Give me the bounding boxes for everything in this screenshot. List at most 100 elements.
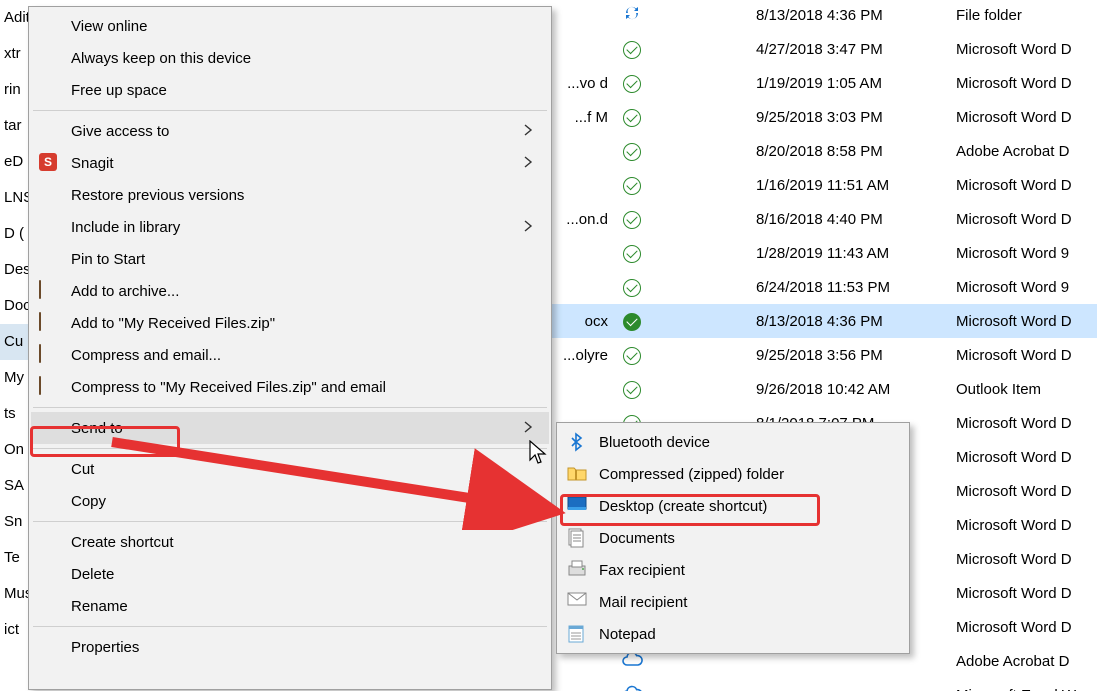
folder-tree-item[interactable]: ict (0, 612, 28, 648)
menu-item-send-to[interactable]: Send to (31, 412, 549, 444)
fax-icon (567, 560, 587, 580)
file-date: 8/16/2018 4:40 PM (756, 211, 936, 228)
menu-item-add-to-my-received-files-zip[interactable]: Add to "My Received Files.zip" (31, 307, 549, 339)
file-date: 1/28/2019 11:43 AM (756, 245, 936, 262)
synced-outline-icon (620, 380, 644, 399)
synced-outline-icon (620, 278, 644, 297)
folder-tree-item[interactable]: eD (0, 144, 28, 180)
file-date: 1/16/2019 11:51 AM (756, 177, 936, 194)
menu-item-label: Create shortcut (71, 534, 174, 551)
menu-separator (33, 626, 547, 627)
submenu-item-fax-recipient[interactable]: Fax recipient (559, 554, 907, 586)
menu-item-label: Rename (71, 598, 128, 615)
menu-item-create-shortcut[interactable]: Create shortcut (31, 526, 549, 558)
file-type: Microsoft Word D (956, 75, 1097, 92)
notepad-icon (567, 624, 587, 644)
submenu-item-notepad[interactable]: Notepad (559, 618, 907, 650)
menu-item-free-up-space[interactable]: Free up space (31, 74, 549, 106)
folder-tree-item[interactable]: Cu (0, 324, 28, 360)
folder-tree-item[interactable]: Sn (0, 504, 28, 540)
folder-tree-item[interactable]: tar (0, 108, 28, 144)
submenu-item-mail-recipient[interactable]: Mail recipient (559, 586, 907, 618)
folder-tree-item[interactable]: Doc (0, 288, 28, 324)
submenu-item-documents[interactable]: Documents (559, 522, 907, 554)
file-name-fragment: ocx (548, 313, 608, 330)
menu-item-rename[interactable]: Rename (31, 590, 549, 622)
folder-tree-item[interactable]: LNS (0, 180, 28, 216)
documents-icon (567, 528, 587, 548)
submenu-item-label: Fax recipient (599, 562, 685, 579)
file-type: File folder (956, 7, 1097, 24)
menu-item-label: Cut (71, 461, 94, 478)
menu-item-always-keep-on-this-device[interactable]: Always keep on this device (31, 42, 549, 74)
submenu-item-desktop-create-shortcut[interactable]: Desktop (create shortcut) (559, 490, 907, 522)
menu-item-cut[interactable]: Cut (31, 453, 549, 485)
bluetooth-icon (567, 432, 587, 452)
menu-item-label: Pin to Start (71, 251, 145, 268)
submenu-item-label: Bluetooth device (599, 434, 710, 451)
menu-item-restore-previous-versions[interactable]: Restore previous versions (31, 179, 549, 211)
synced-solid-icon (620, 312, 644, 331)
folder-tree-item[interactable]: ts (0, 396, 28, 432)
folder-tree-item[interactable]: rin (0, 72, 28, 108)
menu-item-compress-and-email[interactable]: Compress and email... (31, 339, 549, 371)
synced-outline-icon (620, 346, 644, 365)
menu-item-compress-to-my-received-files-zip-and-email[interactable]: Compress to "My Received Files.zip" and … (31, 371, 549, 403)
menu-item-delete[interactable]: Delete (31, 558, 549, 590)
synced-outline-icon (620, 210, 644, 229)
menu-separator (33, 448, 547, 449)
file-type: Microsoft Word D (956, 449, 1097, 466)
zip-folder-icon (567, 464, 587, 484)
mail-icon (567, 592, 587, 612)
file-date: 9/25/2018 3:56 PM (756, 347, 936, 364)
menu-item-give-access-to[interactable]: Give access to (31, 115, 549, 147)
archive-icon (39, 377, 59, 397)
chevron-right-icon (521, 155, 537, 171)
chevron-right-icon (521, 420, 537, 436)
synced-outline-icon (620, 40, 644, 59)
chevron-right-icon (521, 123, 537, 139)
folder-tree-item[interactable]: D ( (0, 216, 28, 252)
desktop-icon (567, 496, 587, 516)
submenu-item-bluetooth-device[interactable]: Bluetooth device (559, 426, 907, 458)
menu-item-label: Compress to "My Received Files.zip" and … (71, 379, 386, 396)
menu-item-properties[interactable]: Properties (31, 631, 549, 663)
submenu-item-label: Notepad (599, 626, 656, 643)
menu-item-pin-to-start[interactable]: Pin to Start (31, 243, 549, 275)
synced-outline-icon (620, 108, 644, 127)
folder-tree-item[interactable]: Te (0, 540, 28, 576)
file-type: Microsoft Word D (956, 619, 1097, 636)
file-type: Microsoft Word D (956, 585, 1097, 602)
folder-tree-item[interactable]: SA (0, 468, 28, 504)
menu-item-include-in-library[interactable]: Include in library (31, 211, 549, 243)
menu-item-label: Give access to (71, 123, 169, 140)
folder-tree-item[interactable]: My (0, 360, 28, 396)
file-type: Microsoft Word D (956, 211, 1097, 228)
folder-tree-item[interactable]: On (0, 432, 28, 468)
menu-item-label: Snagit (71, 155, 114, 172)
menu-separator (33, 407, 547, 408)
submenu-item-compressed-zipped-folder[interactable]: Compressed (zipped) folder (559, 458, 907, 490)
archive-icon (39, 313, 59, 333)
submenu-item-label: Documents (599, 530, 675, 547)
menu-item-copy[interactable]: Copy (31, 485, 549, 517)
menu-item-label: Compress and email... (71, 347, 221, 364)
file-type: Microsoft Word D (956, 41, 1097, 58)
synced-outline-icon (620, 74, 644, 93)
file-date: 9/26/2018 10:42 AM (756, 381, 936, 398)
menu-item-snagit[interactable]: SSnagit (31, 147, 549, 179)
file-type: Microsoft Word D (956, 415, 1097, 432)
folder-tree-item[interactable]: Adit (0, 0, 28, 36)
archive-icon (39, 281, 59, 301)
menu-item-add-to-archive[interactable]: Add to archive... (31, 275, 549, 307)
menu-item-label: Include in library (71, 219, 180, 236)
menu-item-view-online[interactable]: View online (31, 10, 549, 42)
folder-tree-item[interactable]: xtr (0, 36, 28, 72)
menu-separator (33, 521, 547, 522)
folder-tree-item[interactable]: Des (0, 252, 28, 288)
folder-tree-item[interactable]: Mus (0, 576, 28, 612)
folder-tree-fragment: AditxtrrintareDLNSD (DesDocCuMytsOnSASnT… (0, 0, 28, 691)
file-type: Outlook Item (956, 381, 1097, 398)
cloud-icon (620, 651, 644, 671)
menu-item-label: Restore previous versions (71, 187, 244, 204)
